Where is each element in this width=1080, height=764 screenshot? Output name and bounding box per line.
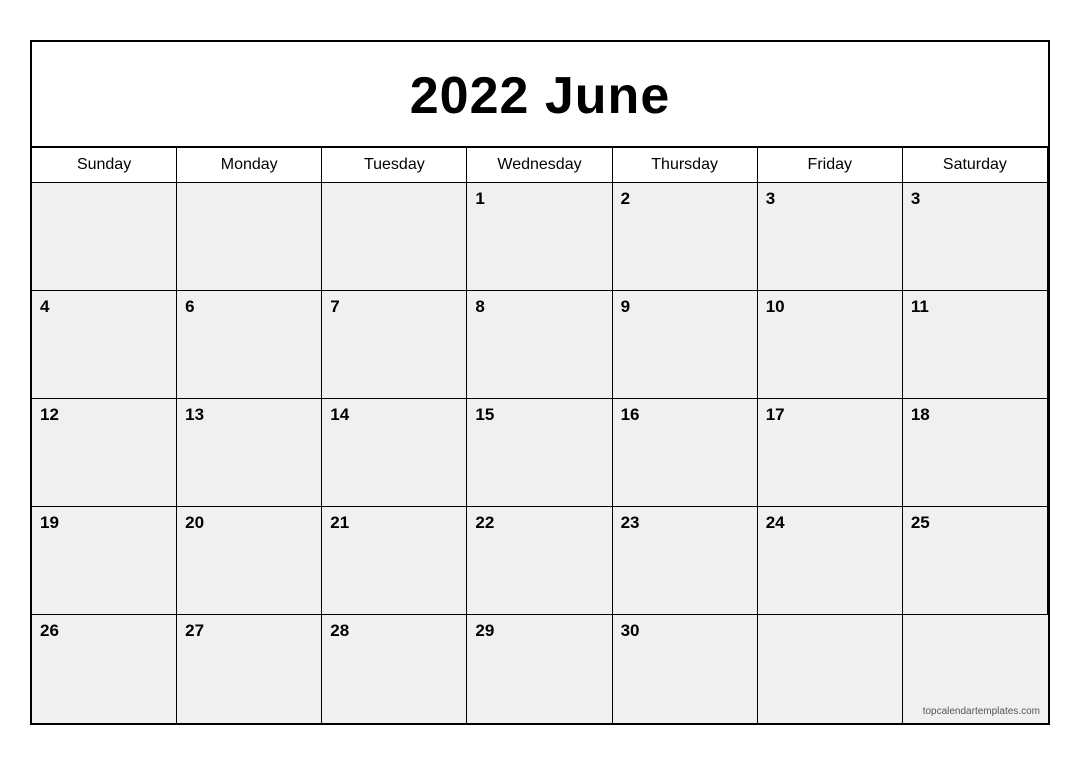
header-friday: Friday xyxy=(758,148,903,183)
day-cell-20: 20 xyxy=(177,507,322,615)
watermark-text: topcalendartemplates.com xyxy=(923,706,1040,717)
header-sunday: Sunday xyxy=(32,148,177,183)
day-cell-6: 6 xyxy=(177,291,322,399)
day-cell-2: 2 xyxy=(613,183,758,291)
day-cell-16: 16 xyxy=(613,399,758,507)
day-cell-empty-2: topcalendartemplates.com xyxy=(903,615,1048,723)
day-cell-10: 10 xyxy=(758,291,903,399)
day-cell-12: 12 xyxy=(32,399,177,507)
day-cell-14: 14 xyxy=(322,399,467,507)
day-cell-27: 27 xyxy=(177,615,322,723)
day-cell-21: 21 xyxy=(322,507,467,615)
day-cell-4: 3 xyxy=(903,183,1048,291)
day-cell-13: 13 xyxy=(177,399,322,507)
day-cell-15: 15 xyxy=(467,399,612,507)
header-saturday: Saturday xyxy=(903,148,1048,183)
day-cell-11: 11 xyxy=(903,291,1048,399)
day-cell-8: 8 xyxy=(467,291,612,399)
day-cell xyxy=(32,183,177,291)
day-cell-5: 4 xyxy=(32,291,177,399)
day-cell-23: 23 xyxy=(613,507,758,615)
header-wednesday: Wednesday xyxy=(467,148,612,183)
day-cell-19: 19 xyxy=(32,507,177,615)
day-cell xyxy=(177,183,322,291)
calendar-month: June xyxy=(545,67,670,125)
header-thursday: Thursday xyxy=(613,148,758,183)
calendar-container: 2022 June Sunday Monday Tuesday Wednesda… xyxy=(30,40,1050,725)
day-cell-9: 9 xyxy=(613,291,758,399)
day-cell xyxy=(322,183,467,291)
calendar-title: 2022 June xyxy=(42,66,1038,126)
calendar-year: 2022 xyxy=(410,67,530,125)
day-cell-18: 18 xyxy=(903,399,1048,507)
day-cell-26: 26 xyxy=(32,615,177,723)
day-cell-3: 3 xyxy=(758,183,903,291)
day-cell-17: 17 xyxy=(758,399,903,507)
calendar-header: 2022 June xyxy=(32,42,1048,148)
day-cell-25: 25 xyxy=(903,507,1048,615)
day-cell-7: 7 xyxy=(322,291,467,399)
day-cell-22: 22 xyxy=(467,507,612,615)
day-cell-1: 1 xyxy=(467,183,612,291)
day-cell-30: 30 xyxy=(613,615,758,723)
day-cell-29: 29 xyxy=(467,615,612,723)
day-cell-empty-1 xyxy=(758,615,903,723)
calendar-grid: Sunday Monday Tuesday Wednesday Thursday… xyxy=(32,148,1048,723)
day-cell-24: 24 xyxy=(758,507,903,615)
header-monday: Monday xyxy=(177,148,322,183)
day-cell-28: 28 xyxy=(322,615,467,723)
header-tuesday: Tuesday xyxy=(322,148,467,183)
